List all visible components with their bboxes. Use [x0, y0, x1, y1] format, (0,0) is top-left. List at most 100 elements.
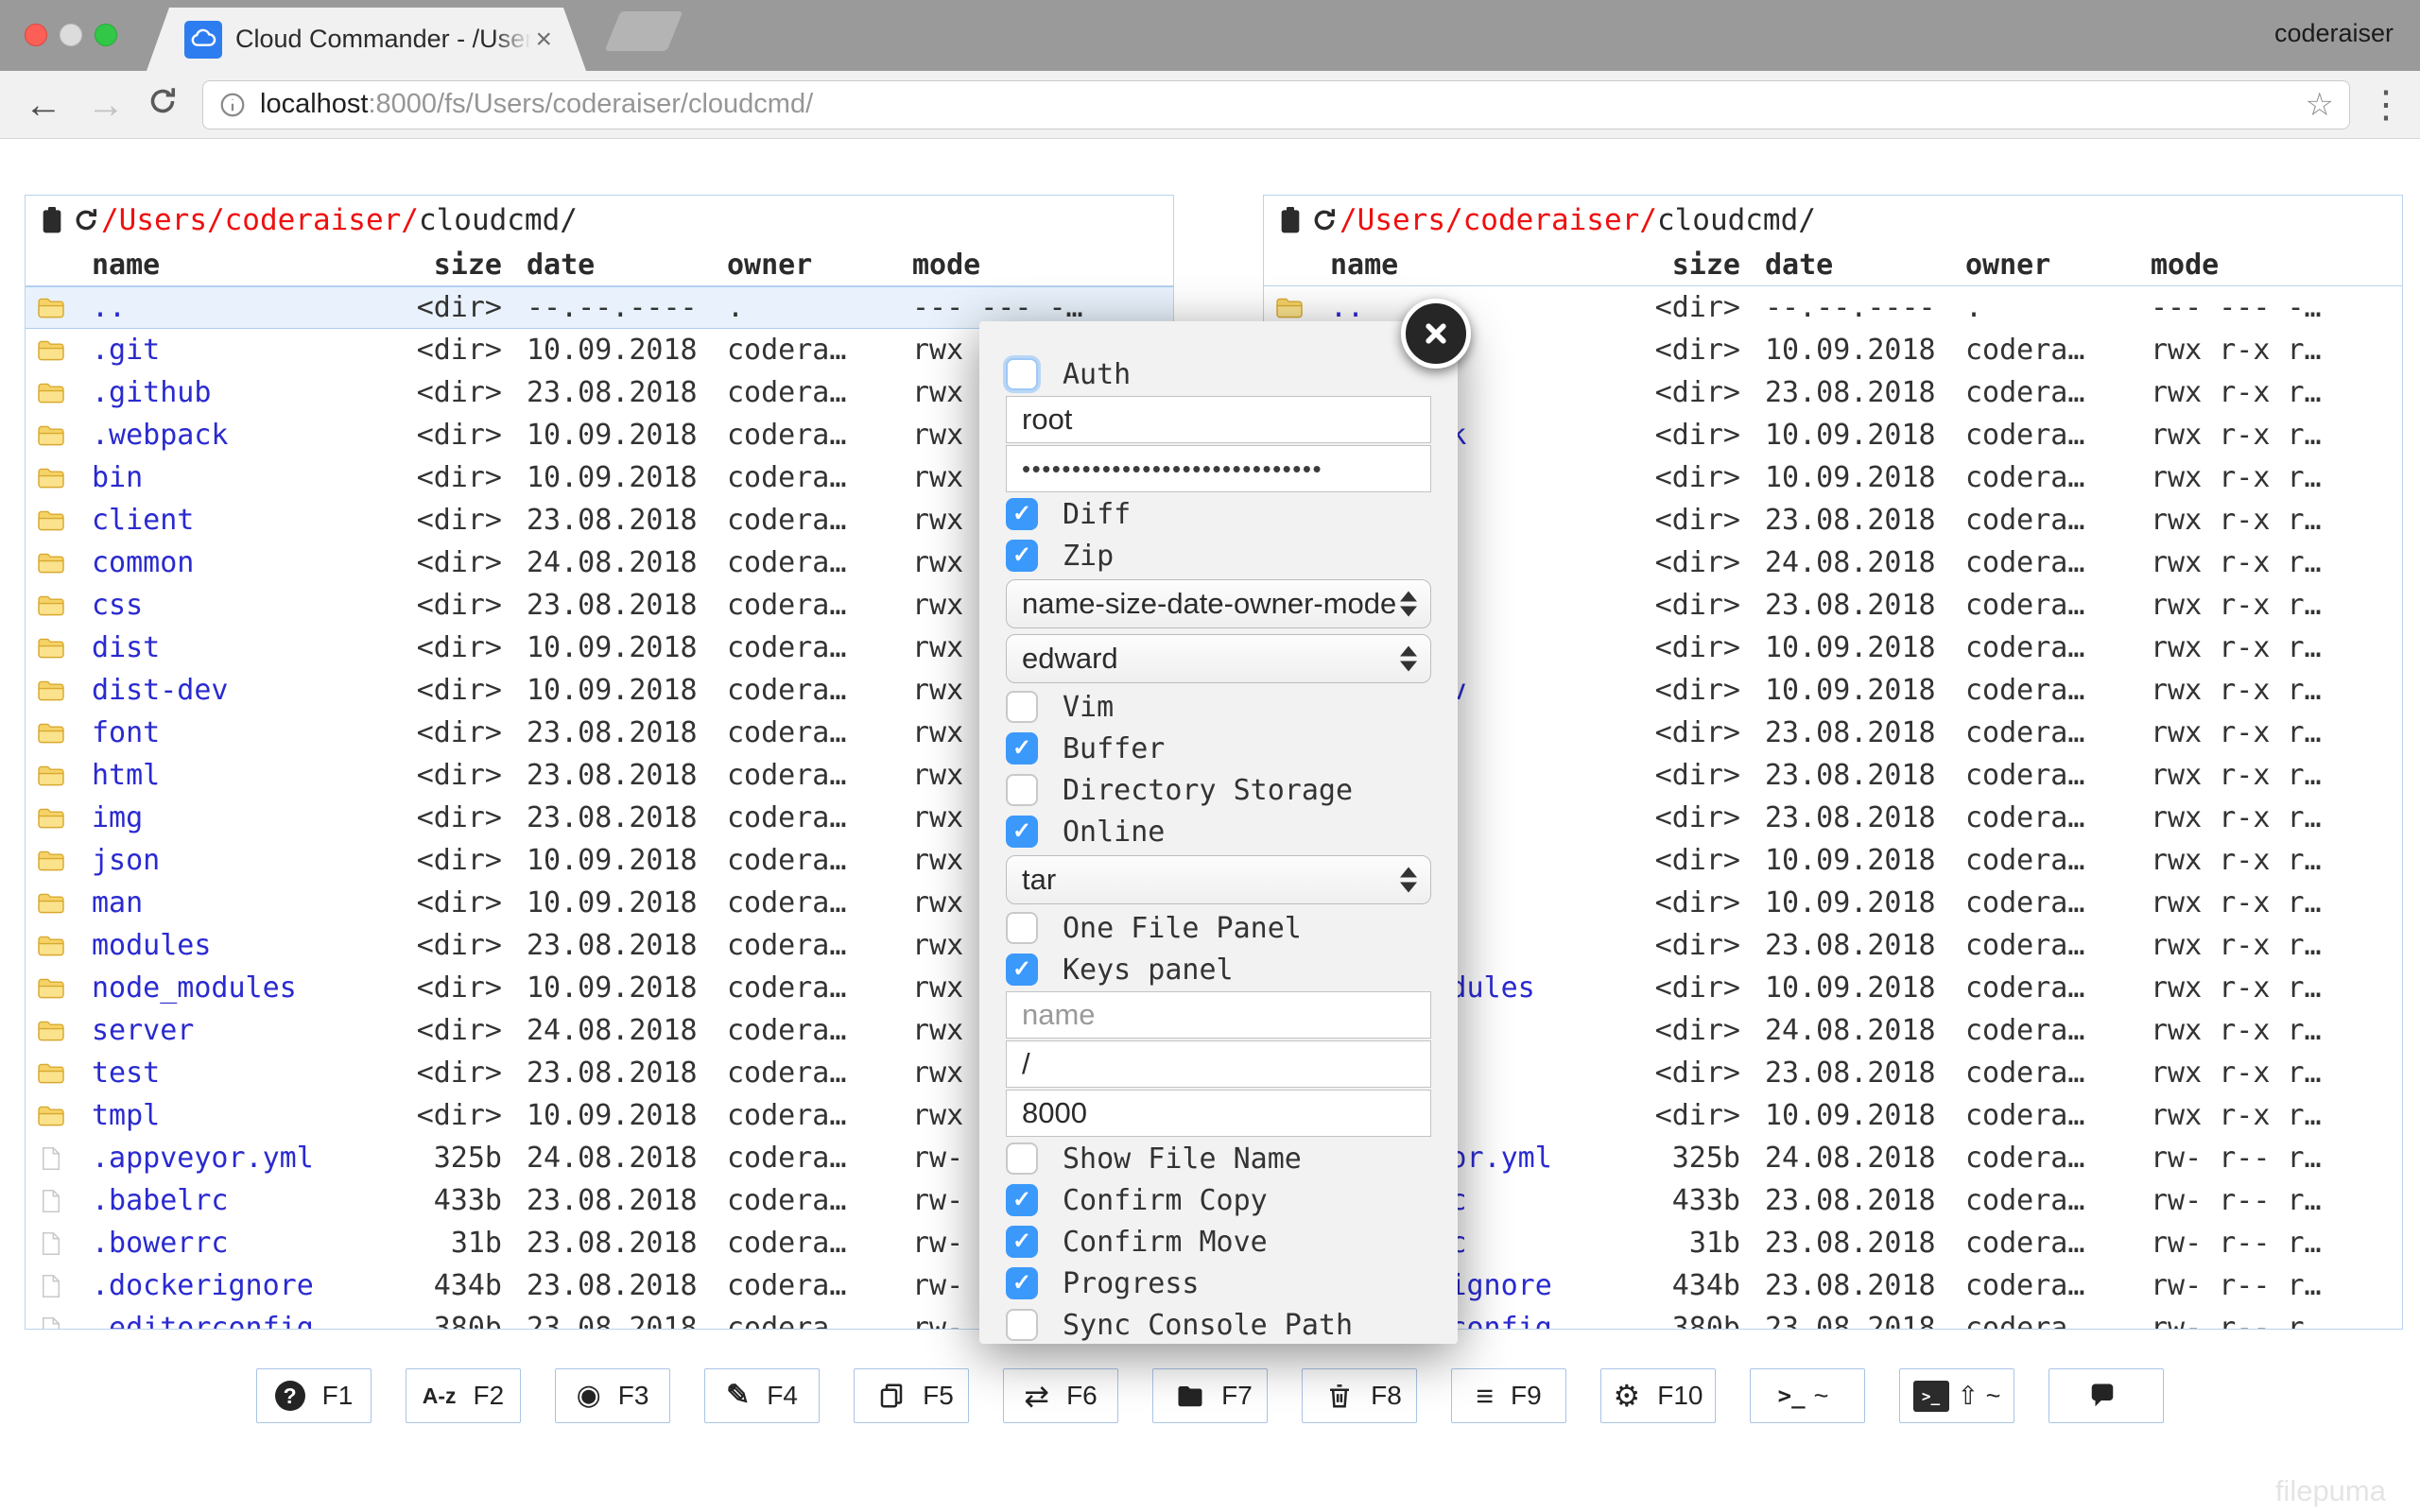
- file-date: 23.08.2018: [1740, 716, 1941, 749]
- tab-close-icon[interactable]: ×: [535, 26, 552, 54]
- browser-menu-icon[interactable]: ⋮: [2367, 83, 2405, 127]
- file-name-link[interactable]: bin: [80, 461, 383, 494]
- path-parent-link[interactable]: /Users/coderaiser/: [101, 203, 419, 237]
- fn-button[interactable]: >_ ⇧ ~: [1899, 1368, 2014, 1423]
- bookmark-star-icon[interactable]: ☆: [2306, 86, 2334, 124]
- zoom-window-button[interactable]: [95, 24, 117, 46]
- refresh-icon[interactable]: [71, 205, 101, 235]
- file-mode: rwx r-x r…: [2126, 971, 2402, 1005]
- file-name-link[interactable]: html: [80, 759, 383, 792]
- checkbox[interactable]: ✓: [1006, 540, 1038, 572]
- header-name[interactable]: name: [80, 249, 383, 282]
- path-parent-link[interactable]: /Users/coderaiser/: [1340, 203, 1657, 237]
- file-name-link[interactable]: json: [80, 844, 383, 877]
- checkbox[interactable]: ✓: [1006, 691, 1038, 723]
- file-name-link[interactable]: .dockerignore: [80, 1269, 383, 1302]
- text-input[interactable]: 8000: [1006, 1090, 1431, 1137]
- file-size: 433b: [383, 1184, 502, 1217]
- header-size[interactable]: size: [1621, 249, 1740, 282]
- file-name-link[interactable]: font: [80, 716, 383, 749]
- fn-button[interactable]: >_ F5: [854, 1368, 969, 1423]
- checkbox[interactable]: ✓: [1006, 954, 1038, 986]
- checkbox[interactable]: ✓: [1006, 816, 1038, 848]
- back-icon[interactable]: ←: [25, 86, 62, 124]
- checkbox[interactable]: ✓: [1006, 1309, 1038, 1341]
- fn-button[interactable]: >_ >_ ~: [1750, 1368, 1865, 1423]
- file-name-link[interactable]: client: [80, 504, 383, 537]
- file-owner: codera…: [1941, 1269, 2126, 1302]
- text-input[interactable]: ••••••••••••••••••••••••••••••: [1006, 445, 1431, 492]
- select[interactable]: tar: [1006, 855, 1431, 904]
- file-name-link[interactable]: .bowerrc: [80, 1227, 383, 1260]
- file-name-link[interactable]: dist: [80, 631, 383, 664]
- text-input[interactable]: /: [1006, 1040, 1431, 1088]
- text-input[interactable]: name: [1006, 991, 1431, 1039]
- file-name-link[interactable]: server: [80, 1014, 383, 1047]
- checkbox[interactable]: ✓: [1006, 358, 1038, 390]
- header-name[interactable]: name: [1319, 249, 1621, 282]
- checkbox[interactable]: ✓: [1006, 1184, 1038, 1216]
- file-name-link[interactable]: .appveyor.yml: [80, 1142, 383, 1175]
- minimize-window-button[interactable]: [60, 24, 82, 46]
- file-name-link[interactable]: test: [80, 1057, 383, 1090]
- checkbox[interactable]: ✓: [1006, 1226, 1038, 1258]
- address-bar[interactable]: localhost:8000/fs/Users/coderaiser/cloud…: [202, 80, 2350, 129]
- header-date[interactable]: date: [502, 249, 702, 282]
- fn-button[interactable]: ⇄ >_ F6: [1003, 1368, 1118, 1423]
- fn-button[interactable]: ◉ >_ F3: [555, 1368, 670, 1423]
- file-name-link[interactable]: .webpack: [80, 419, 383, 452]
- config-option: ✓ / /: [1006, 1040, 1431, 1089]
- reload-icon[interactable]: [146, 84, 180, 125]
- close-icon[interactable]: [1401, 299, 1471, 369]
- checkbox[interactable]: ✓: [1006, 732, 1038, 765]
- close-window-button[interactable]: [25, 24, 47, 46]
- checkbox[interactable]: ✓: [1006, 498, 1038, 530]
- page-info-icon[interactable]: [218, 91, 247, 119]
- header-mode[interactable]: mode: [888, 249, 1173, 282]
- file-name-link[interactable]: modules: [80, 929, 383, 962]
- checkbox[interactable]: ✓: [1006, 1267, 1038, 1299]
- header-date[interactable]: date: [1740, 249, 1941, 282]
- fn-button[interactable]: >_ F7: [1152, 1368, 1268, 1423]
- file-name-link[interactable]: ..: [1319, 291, 1621, 324]
- header-mode[interactable]: mode: [2126, 249, 2402, 282]
- fn-button[interactable]: ⚙ >_ F10: [1600, 1368, 1716, 1423]
- fn-button[interactable]: A-z >_ F2: [406, 1368, 521, 1423]
- header-owner[interactable]: owner: [1941, 249, 2126, 282]
- text-input[interactable]: root: [1006, 396, 1431, 443]
- file-date: 10.09.2018: [502, 674, 702, 707]
- clipboard-icon[interactable]: [37, 205, 67, 235]
- file-name-link[interactable]: ..: [80, 291, 383, 324]
- fn-button[interactable]: >_ F8: [1302, 1368, 1417, 1423]
- file-name-link[interactable]: tmpl: [80, 1099, 383, 1132]
- file-name-link[interactable]: .github: [80, 376, 383, 409]
- file-name-link[interactable]: node_modules: [80, 971, 383, 1005]
- header-owner[interactable]: owner: [702, 249, 888, 282]
- refresh-icon[interactable]: [1309, 205, 1340, 235]
- file-name-link[interactable]: .editorconfig: [80, 1312, 383, 1330]
- file-name-link[interactable]: img: [80, 801, 383, 834]
- file-size: <dir>: [1621, 801, 1740, 834]
- file-date: 23.08.2018: [1740, 801, 1941, 834]
- browser-tab[interactable]: Cloud Commander - /Users/co ×: [147, 8, 586, 71]
- fn-button[interactable]: ≡ >_ F9: [1451, 1368, 1566, 1423]
- select[interactable]: name-size-date-owner-mode: [1006, 579, 1431, 628]
- fn-button[interactable]: ✎ >_ F4: [704, 1368, 820, 1423]
- config-option: ✓ Online: [1006, 811, 1431, 852]
- header-size[interactable]: size: [383, 249, 502, 282]
- fn-button[interactable]: ? >_ F1: [256, 1368, 372, 1423]
- clipboard-icon[interactable]: [1275, 205, 1305, 235]
- file-name-link[interactable]: .babelrc: [80, 1184, 383, 1217]
- checkbox[interactable]: ✓: [1006, 912, 1038, 944]
- file-name-link[interactable]: common: [80, 546, 383, 579]
- fn-button[interactable]: >_: [2048, 1368, 2164, 1423]
- select[interactable]: edward: [1006, 634, 1431, 683]
- window-controls[interactable]: [25, 24, 117, 46]
- checkbox[interactable]: ✓: [1006, 774, 1038, 806]
- file-name-link[interactable]: css: [80, 589, 383, 622]
- file-name-link[interactable]: man: [80, 886, 383, 919]
- file-name-link[interactable]: .git: [80, 334, 383, 367]
- file-name-link[interactable]: dist-dev: [80, 674, 383, 707]
- checkbox[interactable]: ✓: [1006, 1143, 1038, 1175]
- new-tab-button[interactable]: [605, 11, 683, 51]
